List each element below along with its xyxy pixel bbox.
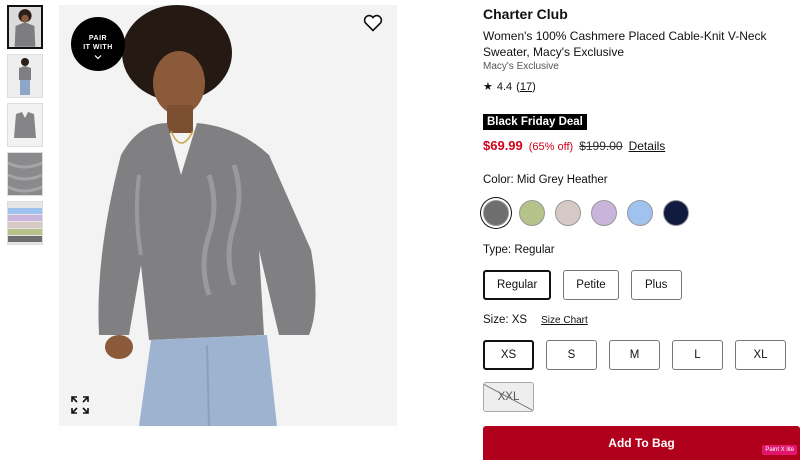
swatch-light-blue[interactable]: [627, 200, 653, 226]
price-row: $69.99 (65% off) $199.00 Details: [483, 138, 665, 153]
thumbnail-1[interactable]: [7, 5, 43, 49]
swatch-mid-grey-heather[interactable]: [483, 200, 509, 226]
product-brand[interactable]: Charter Club: [483, 6, 568, 22]
details-link[interactable]: Details: [629, 139, 666, 153]
pair-badge-line2: IT WITH: [83, 44, 113, 51]
expand-icon[interactable]: [71, 396, 89, 414]
size-xs-button[interactable]: XS: [483, 340, 534, 370]
type-petite-button[interactable]: Petite: [563, 270, 619, 300]
thumbnail-4[interactable]: [7, 152, 43, 196]
size-chart-link[interactable]: Size Chart: [541, 315, 588, 326]
sale-price: $69.99: [483, 138, 523, 153]
swatch-blush-grey[interactable]: [555, 200, 581, 226]
swatch-navy[interactable]: [663, 200, 689, 226]
size-label-row: Size: XS Size Chart: [483, 314, 588, 326]
rating[interactable]: ★ 4.4 (17): [483, 80, 536, 94]
size-s-button[interactable]: S: [546, 340, 597, 370]
size-xl-button[interactable]: XL: [735, 340, 786, 370]
size-xxl-button[interactable]: XXL: [483, 382, 534, 412]
swatch-sage[interactable]: [519, 200, 545, 226]
deal-badge: Black Friday Deal: [483, 114, 587, 130]
original-price: $199.00: [579, 139, 623, 153]
thumbnail-3[interactable]: [7, 103, 43, 147]
star-icon: ★: [483, 81, 493, 93]
color-swatches: [483, 200, 689, 226]
pair-it-with-badge[interactable]: PAIR IT WITH: [71, 17, 125, 71]
type-regular-button[interactable]: Regular: [483, 270, 552, 300]
discount-percent: (65% off): [528, 141, 574, 153]
product-subbrand: Macy's Exclusive: [483, 61, 559, 72]
thumbnail-5[interactable]: [7, 201, 43, 245]
size-options: XS S M L XL: [483, 340, 786, 370]
product-title: Women's 100% Cashmere Placed Cable-Knit …: [483, 29, 767, 59]
color-label: Color: Mid Grey Heather: [483, 174, 608, 186]
size-m-button[interactable]: M: [609, 340, 660, 370]
type-plus-button[interactable]: Plus: [630, 270, 682, 300]
type-label: Type: Regular: [483, 244, 555, 256]
size-label: Size: XS: [483, 314, 528, 326]
pair-badge-line1: PAIR: [88, 35, 108, 42]
product-main-image[interactable]: PAIR IT WITH: [59, 5, 397, 426]
size-l-button[interactable]: L: [672, 340, 723, 370]
review-count[interactable]: (17): [516, 81, 536, 93]
type-options: Regular Petite Plus: [483, 270, 682, 300]
swatch-lavender[interactable]: [591, 200, 617, 226]
chevron-down-icon: [94, 55, 102, 60]
size-options-row2: XXL: [483, 382, 534, 412]
thumbnail-2[interactable]: [7, 54, 43, 98]
rating-value: 4.4: [496, 80, 513, 93]
review-count-value: 17: [519, 80, 533, 93]
heart-icon[interactable]: [363, 14, 383, 32]
paint-lite-badge[interactable]: Paint X lite: [762, 445, 797, 455]
add-to-bag-button[interactable]: Add To Bag: [483, 426, 800, 460]
thumbnail-rail: [7, 5, 43, 250]
